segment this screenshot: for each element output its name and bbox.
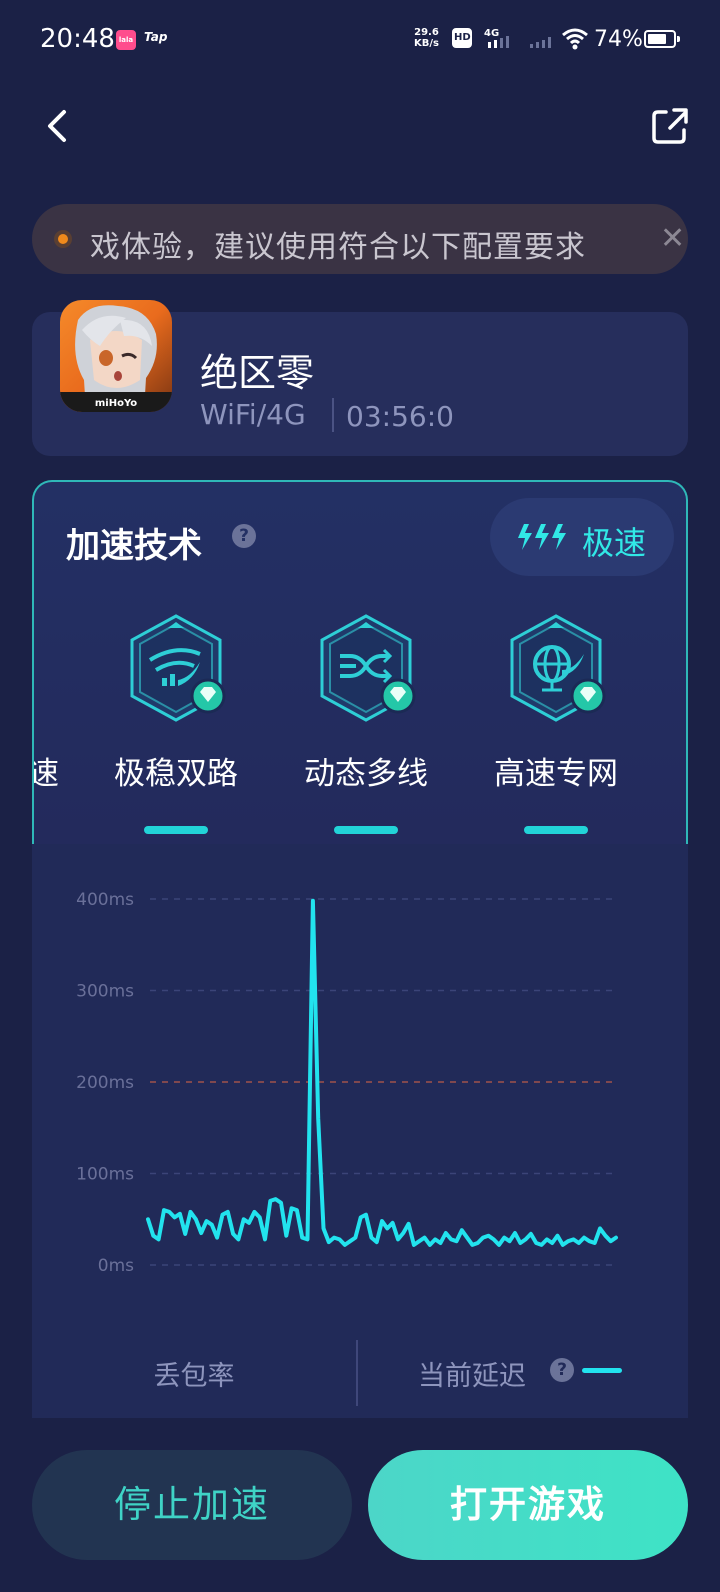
- legend-latency-swatch: [582, 1368, 622, 1373]
- feature-dual-path[interactable]: 极稳双路: [96, 610, 256, 834]
- y-tick-label: 400ms: [76, 890, 134, 910]
- network-speed-unit: KB/s: [414, 38, 439, 49]
- legend-current-latency[interactable]: 当前延迟: [418, 1354, 526, 1393]
- divider: [332, 398, 334, 432]
- latency-chart: 400ms 300ms 200ms 100ms 0ms: [76, 890, 618, 1276]
- cell-label: 4G: [484, 28, 499, 39]
- feature-indicator: [144, 826, 208, 834]
- notice-text: 戏体验，建议使用符合以下配置要求: [90, 230, 586, 265]
- second-signal-icon: [530, 37, 551, 48]
- game-card: miHoYo 绝区零 WiFi/4G 03:56:0: [32, 300, 688, 456]
- notice-banner: 戏体验，建议使用符合以下配置要求 ✕: [32, 204, 688, 274]
- lightning-icon: [518, 524, 566, 550]
- tap-app-icon: Tap: [144, 30, 168, 44]
- network-speed: 29.6 KB/s: [414, 27, 439, 49]
- share-icon[interactable]: [648, 104, 692, 148]
- feature-label: 高速专网: [494, 756, 618, 792]
- legend-divider: [356, 1340, 358, 1406]
- feature-dynamic-multiline[interactable]: 动态多线: [286, 610, 446, 834]
- close-icon[interactable]: ✕: [660, 224, 685, 254]
- y-tick-label: 200ms: [76, 1073, 134, 1093]
- wifi-icon: [562, 28, 588, 50]
- latency-chart-panel: 400ms 300ms 200ms 100ms 0ms 丢包率 当前延迟 ?: [32, 844, 688, 1418]
- feature-label: 动态多线: [304, 756, 428, 792]
- acceleration-duration: 03:56:0: [346, 400, 454, 433]
- status-time: 20:48: [40, 24, 115, 54]
- feature-label: 极稳双路: [114, 756, 238, 792]
- speed-mode-pill[interactable]: 极速: [490, 498, 674, 576]
- hd-icon: HD: [452, 28, 472, 48]
- open-game-button[interactable]: 打开游戏: [368, 1450, 688, 1560]
- feature-indicator: [524, 826, 588, 834]
- legend-packet-loss[interactable]: 丢包率: [32, 1354, 356, 1393]
- cell-signal-icon: 4G: [484, 28, 509, 48]
- globe-network-icon: [510, 614, 606, 722]
- feature-label-partial: 速: [34, 748, 59, 793]
- y-tick-label: 0ms: [98, 1256, 134, 1276]
- battery-nub: [677, 36, 680, 42]
- wifi-boost-icon: [130, 614, 226, 722]
- game-character-art: miHoYo: [60, 305, 172, 412]
- y-tick-label: 100ms: [76, 1165, 134, 1185]
- y-tick-label: 300ms: [76, 982, 134, 1002]
- battery-percent: 74%: [594, 27, 643, 52]
- game-icon-brand: miHoYo: [95, 398, 137, 409]
- feature-indicator: [334, 826, 398, 834]
- notice-dot-icon: [54, 230, 72, 248]
- game-network: WiFi/4G: [200, 398, 306, 431]
- game-title: 绝区零: [200, 351, 315, 395]
- game-icon[interactable]: miHoYo: [60, 300, 172, 412]
- network-speed-value: 29.6: [414, 27, 439, 38]
- back-arrow-icon[interactable]: [36, 104, 80, 148]
- lala-app-icon: lala: [116, 30, 136, 50]
- battery-fill: [648, 34, 666, 44]
- help-icon[interactable]: ?: [550, 1358, 574, 1382]
- help-icon[interactable]: ?: [232, 524, 256, 548]
- feature-high-speed-network[interactable]: 高速专网: [476, 610, 636, 834]
- speed-mode-label: 极速: [582, 524, 647, 562]
- acceleration-card: 加速技术 ? 极速 速 极稳双路: [32, 480, 688, 844]
- battery-icon: [644, 30, 680, 48]
- latency-series-line: [146, 898, 618, 1247]
- acceleration-title: 加速技术: [66, 526, 202, 566]
- multi-route-icon: [320, 614, 416, 722]
- status-bar: 20:48 lala Tap 29.6 KB/s HD 4G 74%: [0, 0, 720, 80]
- stop-acceleration-button[interactable]: 停止加速: [32, 1450, 352, 1560]
